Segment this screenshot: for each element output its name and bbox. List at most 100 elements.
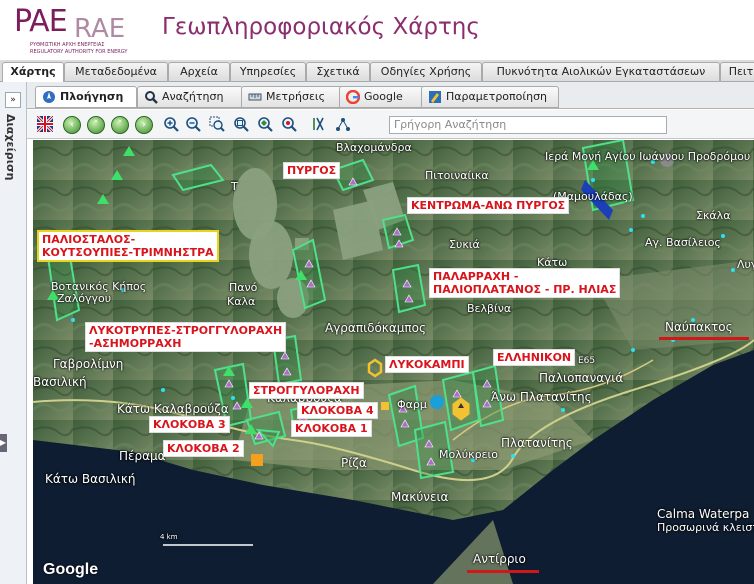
logo-subtitle-gr: ΡΥΘΜΙΣΤΙΚΗ ΑΡΧΗ ΕΝΕΡΓΕΙΑΣ <box>30 42 105 48</box>
zoom-in-icon[interactable] <box>163 116 179 132</box>
map-toolbar: ‹ ˄ ˅ › Γρήγορη Αναζήτηση <box>27 110 754 139</box>
label-klokova-2[interactable]: ΚΛΟΚΟΒΑ 2 <box>163 440 244 457</box>
tab-google[interactable]: Google <box>339 86 427 108</box>
label-paliostalos[interactable]: ΠΑΛΙΟΣΤΑΛΟΣ- ΚΟΥΤΣΟΥΠΙΕΣ-ΤΡΙΜΝΗΣΤΡΑ <box>37 230 219 262</box>
place-label: Καλα <box>227 295 256 308</box>
page-title: Γεωπληροφοριακός Χάρτης <box>162 14 480 40</box>
ruler-icon <box>248 93 262 101</box>
place-label: Μακύνεια <box>391 490 449 504</box>
place-label-antirrio: Αντίρριο <box>473 552 526 566</box>
side-panel-toggle[interactable]: » <box>5 92 21 108</box>
wind-area-grey[interactable] <box>249 221 293 289</box>
tab-wind-density[interactable]: Πυκνότητα Αιολικών Εγκαταστάσεων <box>482 62 720 81</box>
place-label: Συκιά <box>449 238 480 251</box>
tab-measurements[interactable]: Μετρήσεις <box>241 86 349 108</box>
tab-files[interactable]: Αρχεία <box>168 62 230 81</box>
place-label: Ιερά Μονή Αγίου Ιωάννου Προδρόμου <box>545 150 751 163</box>
google-icon <box>346 90 360 104</box>
next-extent-icon[interactable]: › <box>135 116 153 134</box>
tab-parameterization[interactable]: Παραμετροποίηση <box>421 86 559 108</box>
zoom-box-icon[interactable] <box>209 116 225 132</box>
naupaktos-underline <box>659 337 749 340</box>
pan-up-icon[interactable]: ˄ <box>87 116 105 134</box>
tab-metadata[interactable]: Μεταδεδομένα <box>64 62 168 81</box>
tab-services[interactable]: Υπηρεσίες <box>230 62 306 81</box>
place-label: Αγ. Βασίλειος <box>645 236 721 249</box>
place-label: Φαρμ <box>397 398 427 411</box>
logo-secondary: RAE <box>74 14 126 44</box>
place-label: Άνω Πλατανίτης <box>491 390 592 404</box>
label-klokova-1[interactable]: ΚΛΟΚΟΒΑ 1 <box>291 420 372 437</box>
previous-extent-icon[interactable]: ‹ <box>63 116 81 134</box>
label-pyrgos[interactable]: ΠΥΡΓΟΣ <box>283 162 341 179</box>
place-label: Βλαχομάνδρα <box>336 141 412 154</box>
map-view[interactable]: Βλαχομάνδρα Πιτοιναίικα Ιερά Μονή Αγίου … <box>33 140 754 584</box>
scale-label: 4 km <box>160 533 178 541</box>
google-attribution: Google <box>43 561 99 578</box>
network-icon[interactable] <box>335 116 351 132</box>
tab-navigation[interactable]: Πλοήγηση <box>35 86 137 108</box>
expand-arrow-icon[interactable]: ▶ <box>0 434 7 452</box>
side-panel-label[interactable]: Διαχείριση <box>4 114 17 180</box>
place-label: Πλατανίτης <box>501 436 573 450</box>
tab-search[interactable]: Αναζήτηση <box>137 86 243 108</box>
place-label: Πέραμα <box>119 449 166 463</box>
zoom-out-icon[interactable] <box>185 116 201 132</box>
label-palarrachi-line2: ΠΑΛΙΟΠΛΑΤΑΝΟΣ - ΠΡ. ΗΛΙΑΣ <box>433 283 617 296</box>
label-lykotrypes[interactable]: ΛΥΚΟΤΡΥΠΕΣ-ΣΤΡΟΓΓΥΛΟΡΑΧΗ -ΑΣΗΜΟΡΡΑΧΗ <box>85 322 287 352</box>
tab-user-guide[interactable]: Οδηγίες Χρήσης <box>370 62 482 81</box>
sub-tab-bar: Πλοήγηση Αναζήτηση Μετρήσεις Google Παρα… <box>27 82 754 109</box>
place-label: Κάτω Καλαβρούζα <box>117 402 229 416</box>
navigation-icon <box>43 91 55 103</box>
label-paliostalos-line1: ΠΑΛΙΟΣΤΑΛΟΣ- <box>42 233 136 246</box>
zoom-layer-icon[interactable] <box>257 116 273 132</box>
label-ellinikon[interactable]: ΕΛΛΗΝΙΚΟΝ <box>493 349 576 366</box>
antirrio-underline <box>467 570 539 573</box>
tab-measurements-label: Μετρήσεις <box>266 90 326 103</box>
logo-main: PAE <box>14 4 68 39</box>
pan-down-icon[interactable]: ˅ <box>111 116 129 134</box>
tab-overflow[interactable]: Πειτ <box>720 62 754 81</box>
wind-park-polygon[interactable] <box>391 263 427 314</box>
camera-icon[interactable] <box>430 395 444 409</box>
label-palarrachi-line1: ΠΑΛΑΡΡΑΧΗ - <box>433 270 519 283</box>
logo-subtitle-en: REGULATORY AUTHORITY FOR ENERGY <box>30 49 128 55</box>
label-kentroma[interactable]: ΚΕΝΤΡΩΜΑ-ΑΝΩ ΠΥΡΓΟΣ <box>407 197 570 214</box>
tab-map[interactable]: Χάρτης <box>2 62 64 82</box>
road-label: Ε65 <box>578 356 596 366</box>
zoom-extent-icon[interactable] <box>233 116 249 132</box>
tab-navigation-label: Πλοήγηση <box>60 90 124 103</box>
place-label: Ρίζα <box>341 456 367 470</box>
label-paliostalos-line2: ΚΟΥΤΣΟΥΠΙΕΣ-ΤΡΙΜΝΗΣΤΡΑ <box>42 246 214 259</box>
place-label: Αγραπιδόκαμπος <box>325 321 427 335</box>
label-lykokampi[interactable]: ΛΥΚΟΚΑΜΠΙ <box>385 356 469 373</box>
place-label: Τ <box>231 180 238 193</box>
rae-logo: PAE RAE ΡΥΘΜΙΣΤΙΚΗ ΑΡΧΗ ΕΝΕΡΓΕΙΑΣ REGULA… <box>14 4 134 55</box>
place-label: Κάτω Βασιλική <box>45 472 136 486</box>
uk-flag-icon[interactable] <box>37 116 53 132</box>
place-label: Προσωρινά κλειστ <box>657 521 754 534</box>
app-header: PAE RAE ΡΥΘΜΙΣΤΙΚΗ ΑΡΧΗ ΕΝΕΡΓΕΙΑΣ REGULA… <box>0 0 754 60</box>
place-label: Βελβίνα <box>467 302 512 315</box>
coordinates-icon[interactable] <box>311 116 327 132</box>
parameters-icon <box>429 91 441 103</box>
place-label: Calma Waterpa <box>657 507 750 521</box>
side-panel: » Διαχείριση ▶ <box>0 82 27 584</box>
place-label: Πανό <box>229 281 258 294</box>
place-label: Λυγ <box>737 258 754 271</box>
tab-search-label: Αναζήτηση <box>162 90 224 103</box>
search-icon <box>145 91 158 104</box>
place-label: Βασιλική <box>33 375 87 389</box>
place-label: Παλιοπαναγιά <box>539 371 624 385</box>
zoom-selection-icon[interactable] <box>281 116 297 132</box>
tab-about[interactable]: Σχετικά <box>306 62 370 81</box>
tab-google-label: Google <box>364 90 403 103</box>
place-label-naupaktos: Ναύπακτος <box>665 320 733 334</box>
label-klokova-3[interactable]: ΚΛΟΚΟΒΑ 3 <box>149 416 230 433</box>
label-strongylorachi[interactable]: ΣΤΡΟΓΓΥΛΟΡΑΧΗ <box>249 382 364 399</box>
label-palarrachi[interactable]: ΠΑΛΑΡΡΑΧΗ - ΠΑΛΙΟΠΛΑΤΑΝΟΣ - ΠΡ. ΗΛΙΑΣ <box>429 268 621 298</box>
label-klokova-4[interactable]: ΚΛΟΚΟΒΑ 4 <box>297 402 378 419</box>
label-lykotrypes-line1: ΛΥΚΟΤΡΥΠΕΣ-ΣΤΡΟΓΓΥΛΟΡΑΧΗ <box>89 324 283 337</box>
quick-search-input[interactable]: Γρήγορη Αναζήτηση <box>389 116 667 134</box>
place-label: Μολύκρειο <box>439 448 498 461</box>
